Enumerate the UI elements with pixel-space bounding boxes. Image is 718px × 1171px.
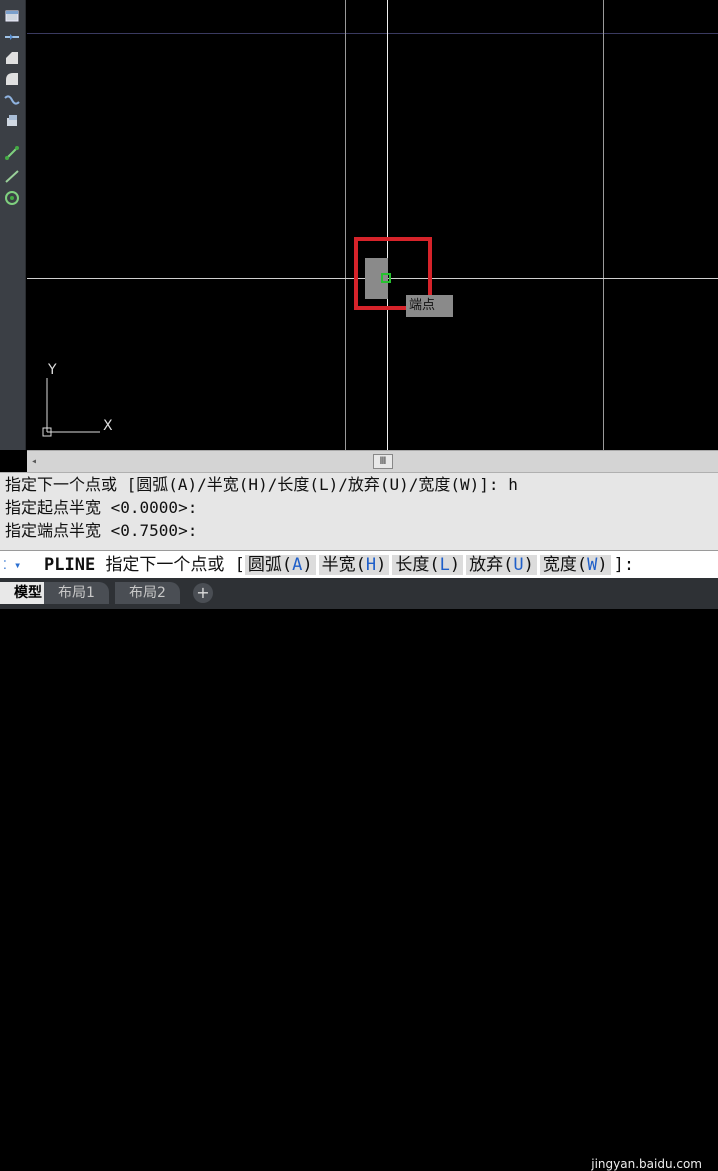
ucs-x-label: X [103,418,113,434]
watermark: jingyan.baidu.com [591,1157,702,1171]
circle-icon[interactable] [2,188,22,208]
drawing-canvas[interactable]: 端点 Y X [27,0,718,450]
tab-layout1[interactable]: 布局1 [44,582,109,604]
layout-tabs: 模型 布局1 布局2 + jingyan.baidu.com [0,578,718,1171]
tab-layout2[interactable]: 布局2 [115,582,180,604]
history-line: 指定下一个点或 [圆弧(A)/半宽(H)/长度(L)/放弃(U)/宽度(W)]:… [5,475,518,494]
command-line[interactable]: ⁚ ▾ PLINE 指定下一个点或 [圆弧(A) 半宽(H) 长度(L) 放弃(U) 宽… [0,550,718,579]
join-icon[interactable] [2,27,22,47]
command-history: 指定下一个点或 [圆弧(A)/半宽(H)/长度(L)/放弃(U)/宽度(W)]:… [0,472,718,551]
command-name: PLINE [44,555,96,575]
guide-line [27,33,718,34]
option-width[interactable]: 宽度(W) [539,555,611,575]
crosshair-vertical [387,0,388,450]
prompt-text: 指定下一个点或 [ [105,555,245,575]
fillet-icon[interactable] [2,69,22,89]
scroll-left-arrow-icon[interactable]: ◂ [31,455,43,469]
explode-icon[interactable] [2,111,22,131]
line-icon[interactable] [2,143,22,163]
guide-line [603,0,604,450]
ucs-y-label: Y [47,362,57,378]
command-prompt: PLINE 指定下一个点或 [圆弧(A) 半宽(H) 长度(L) 放弃(U) 宽度(W)… [44,553,634,577]
option-halfwidth[interactable]: 半宽(H) [318,555,390,575]
left-toolbar [0,0,26,450]
snap-tooltip: 端点 [406,295,453,317]
prompt-suffix: ]: [613,555,635,575]
blend-curve-icon[interactable] [2,90,22,110]
option-length[interactable]: 长度(L) [392,555,464,575]
add-layout-button[interactable]: + [193,583,213,603]
guide-line [345,0,346,450]
history-line: 指定端点半宽 <0.7500>: [5,521,198,540]
scroll-thumb[interactable]: Ⅲ [373,454,393,469]
option-undo[interactable]: 放弃(U) [466,555,537,575]
command-options-icon[interactable]: ⁚ ▾ [3,557,37,573]
endpoint-snap-marker [381,273,391,283]
chamfer-icon[interactable] [2,48,22,68]
window-icon[interactable] [2,6,22,26]
polyline-icon[interactable] [2,166,22,186]
option-arc[interactable]: 圆弧(A) [244,555,316,575]
history-line: 指定起点半宽 <0.0000>: [5,498,198,517]
ucs-icon: Y X [42,362,113,437]
horizontal-scrollbar[interactable]: ◂ Ⅲ [27,450,718,473]
